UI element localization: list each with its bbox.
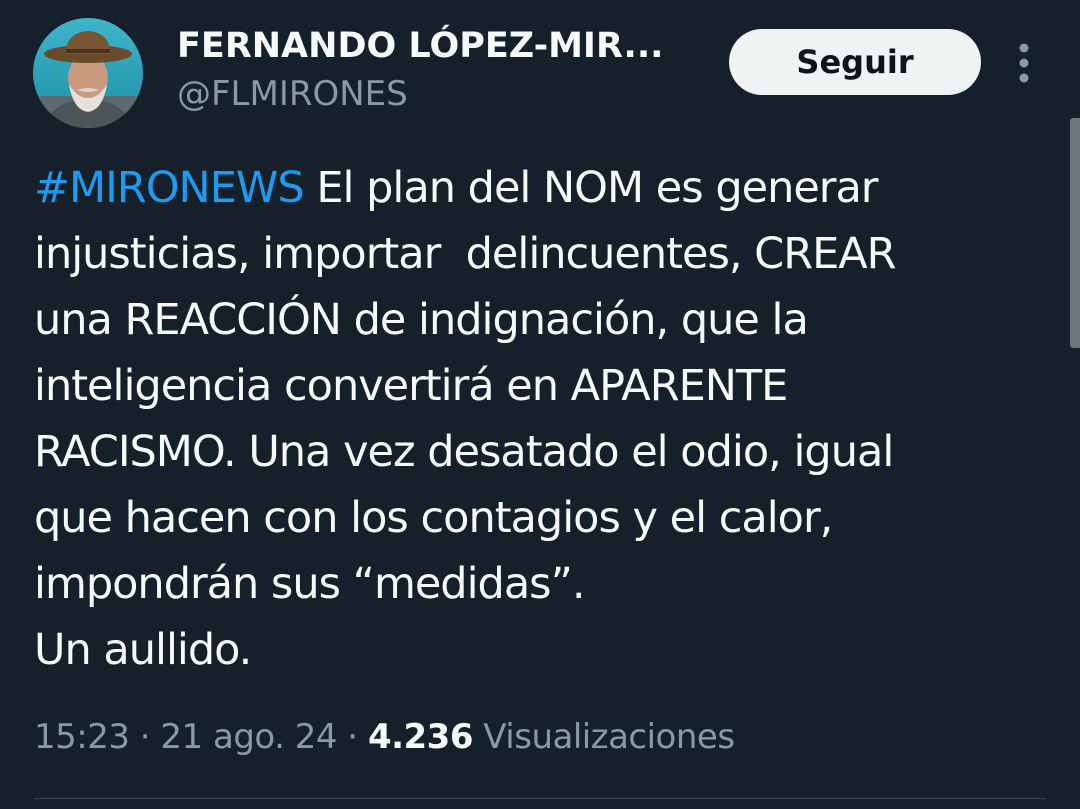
tweet-date[interactable]: 21 ago. 24 [160, 717, 337, 757]
hashtag-link[interactable]: #MIRONEWS [34, 163, 305, 213]
views-count[interactable]: 4.236 [368, 717, 474, 757]
tweet-time[interactable]: 15:23 [34, 717, 130, 757]
scrollbar[interactable] [1070, 118, 1080, 348]
tweet-line-text: El plan del NOM es generar [303, 163, 878, 213]
author-handle[interactable]: @FLMIRONES [177, 74, 408, 114]
tweet-line-4: inteligencia convertirá en APARENTE [34, 361, 788, 411]
meta-separator: · [129, 717, 161, 757]
tweet-line-1: #MIRONEWS El plan del NOM es generar [34, 155, 1044, 221]
meta-separator: · [337, 717, 368, 757]
tweet-line-3: una REACCIÓN de indignación, que la [34, 295, 809, 345]
author-display-name[interactable]: FERNANDO LÓPEZ-MIR... [177, 26, 663, 66]
vertical-ellipsis-icon[interactable] [1012, 42, 1036, 84]
avatar-photo [33, 18, 143, 128]
views-label[interactable]: Visualizaciones [473, 717, 735, 757]
follow-button[interactable]: Seguir [729, 29, 981, 95]
tweet-line-6: que hacen con los contagios y el calor, [34, 493, 833, 543]
tweet-line-8: Un aullido. [34, 625, 252, 675]
divider [34, 798, 1046, 799]
tweet-line-7: impondrán sus “medidas”. [34, 559, 586, 609]
tweet-text: #MIRONEWS El plan del NOM es generar inj… [34, 155, 1044, 683]
tweet-line-5: RACISMO. Una vez desatado el odio, igual [34, 427, 894, 477]
tweet-line-2: injusticias, importar delincuentes, CREA… [34, 229, 897, 279]
tweet-meta: 15:23 · 21 ago. 24 · 4.236 Visualizacion… [34, 717, 735, 757]
avatar[interactable] [33, 18, 143, 128]
